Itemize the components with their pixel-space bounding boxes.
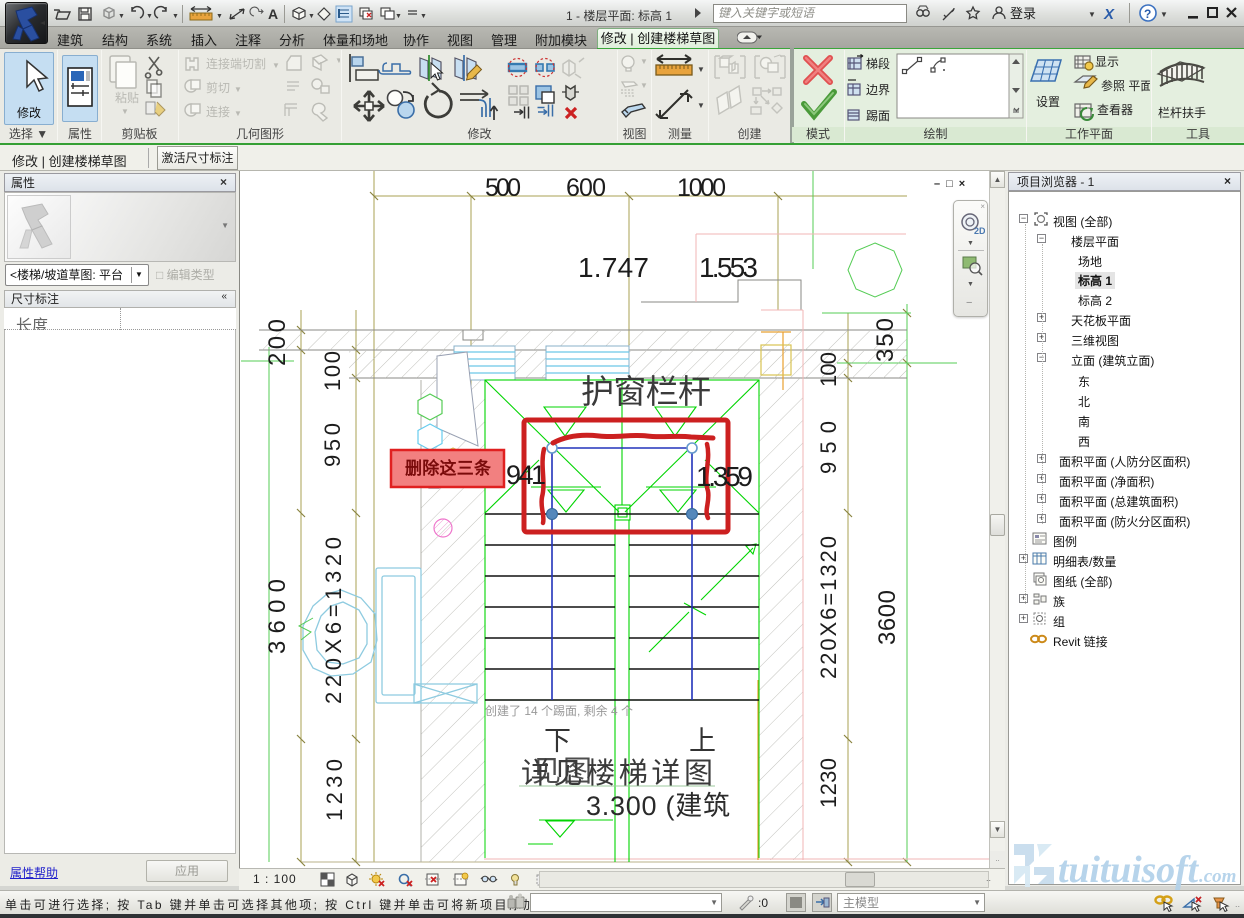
svg-text:▼: ▼ bbox=[146, 13, 153, 20]
svg-text:▼: ▼ bbox=[640, 81, 648, 90]
svg-text:1230: 1230 bbox=[322, 759, 347, 821]
svg-text:上: 上 bbox=[689, 726, 716, 756]
svg-text:▼: ▼ bbox=[1160, 10, 1168, 19]
svg-text:tuituisoft: tuituisoft bbox=[1058, 849, 1199, 891]
svg-text:600: 600 bbox=[566, 174, 606, 202]
svg-text:创建了 14 个踢面, 剩余 4 个: 创建了 14 个踢面, 剩余 4 个 bbox=[485, 703, 633, 718]
svg-text:粘贴: 粘贴 bbox=[115, 90, 139, 105]
svg-text:220X6=1320: 220X6=1320 bbox=[816, 536, 841, 679]
svg-text:▼: ▼ bbox=[234, 85, 242, 94]
svg-text:护窗栏杆: 护窗栏杆 bbox=[581, 373, 711, 410]
svg-text:查看器: 查看器 bbox=[1097, 103, 1133, 117]
svg-text:连接端切割: 连接端切割 bbox=[206, 56, 266, 71]
svg-text:950: 950 bbox=[320, 423, 345, 467]
svg-text:▼: ▼ bbox=[121, 107, 129, 116]
svg-text:1.553: 1.553 bbox=[699, 252, 758, 283]
svg-text:▼: ▼ bbox=[172, 13, 179, 20]
svg-text:▼: ▼ bbox=[395, 13, 402, 20]
svg-text:▼: ▼ bbox=[335, 56, 340, 65]
svg-text:▼: ▼ bbox=[234, 109, 242, 118]
svg-text:.com: .com bbox=[1199, 866, 1236, 887]
svg-text:▼: ▼ bbox=[118, 13, 125, 20]
svg-text:1.359: 1.359 bbox=[696, 461, 753, 492]
svg-text:见图: 见图 bbox=[532, 756, 592, 788]
svg-text:剪切: 剪切 bbox=[206, 80, 230, 95]
svg-text:▼: ▼ bbox=[697, 101, 705, 110]
svg-text:500: 500 bbox=[485, 174, 521, 202]
svg-text:2D: 2D bbox=[974, 226, 985, 236]
svg-text:▼: ▼ bbox=[697, 65, 705, 74]
svg-text:▼: ▼ bbox=[1088, 10, 1096, 19]
svg-text:A: A bbox=[268, 6, 278, 22]
svg-text:踢面: 踢面 bbox=[866, 109, 890, 123]
svg-text:显示: 显示 bbox=[1095, 55, 1119, 69]
svg-text:▼: ▼ bbox=[640, 57, 648, 66]
svg-text:950: 950 bbox=[816, 421, 841, 474]
svg-text:1230: 1230 bbox=[816, 758, 841, 808]
svg-text:3600: 3600 bbox=[264, 579, 291, 654]
svg-text:边界: 边界 bbox=[866, 83, 890, 97]
svg-text:?: ? bbox=[1144, 7, 1151, 21]
svg-text:参照 平面: 参照 平面 bbox=[1101, 78, 1150, 93]
svg-text:设置: 设置 bbox=[1036, 95, 1060, 109]
svg-text:1.747: 1.747 bbox=[578, 252, 649, 283]
svg-text:1000: 1000 bbox=[677, 174, 726, 202]
svg-text:X: X bbox=[1103, 6, 1115, 23]
svg-text:连接: 连接 bbox=[206, 104, 230, 119]
svg-text:梯段: 梯段 bbox=[866, 56, 890, 71]
svg-text:▼: ▼ bbox=[216, 13, 223, 20]
svg-text:941: 941 bbox=[506, 460, 546, 490]
svg-text:▼: ▼ bbox=[308, 13, 315, 20]
svg-text:350: 350 bbox=[872, 318, 899, 362]
svg-text:100: 100 bbox=[320, 351, 345, 391]
svg-text:▼: ▼ bbox=[272, 61, 280, 70]
svg-text:200: 200 bbox=[264, 319, 291, 366]
svg-text:下: 下 bbox=[544, 726, 571, 756]
svg-text:100: 100 bbox=[816, 352, 841, 387]
svg-text:▼: ▼ bbox=[420, 13, 427, 20]
svg-text:登录: 登录 bbox=[1010, 6, 1036, 21]
svg-text:删除这三条: 删除这三条 bbox=[405, 458, 492, 478]
svg-text:220X6=1320: 220X6=1320 bbox=[321, 537, 346, 704]
svg-text:3600: 3600 bbox=[874, 590, 901, 645]
svg-text:3.300 (建筑: 3.300 (建筑 bbox=[586, 791, 730, 821]
